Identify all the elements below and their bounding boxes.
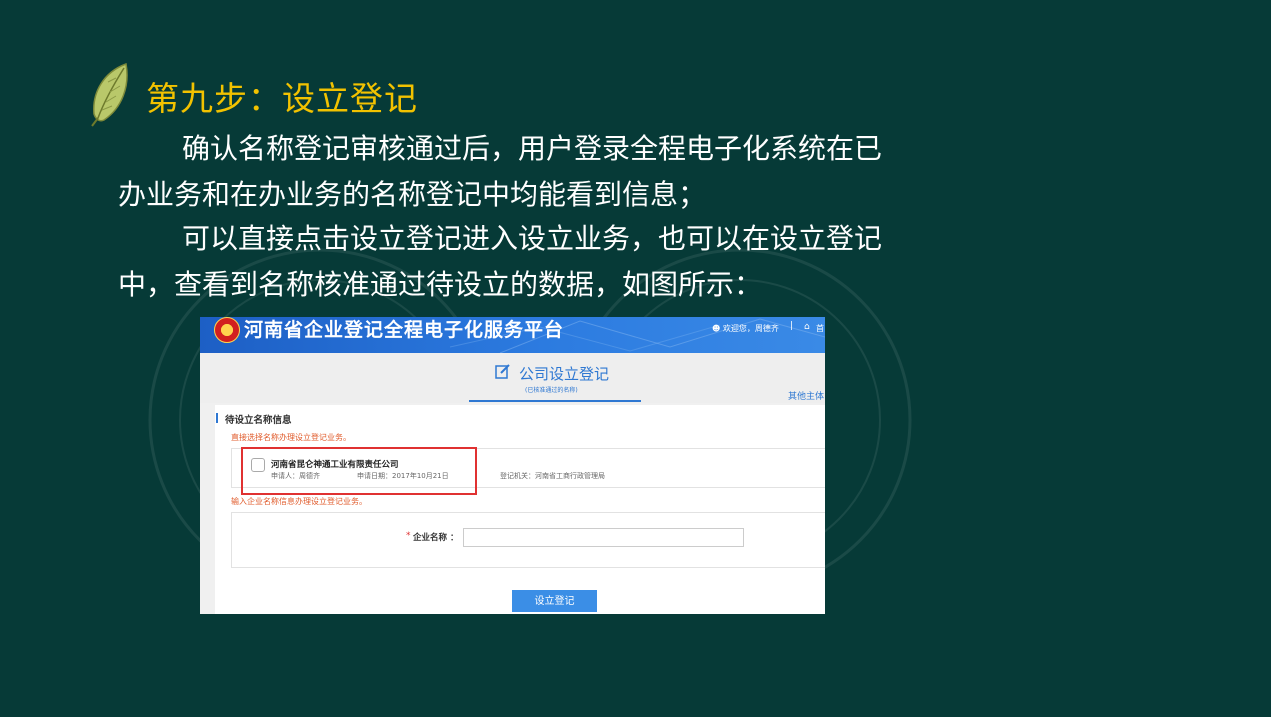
paragraph-2-line-2: 中，查看到名称核准通过待设立的数据，如图所示： xyxy=(118,268,763,301)
paragraph-1-line-1: 确认名称登记审核通过后，用户登录全程电子化系统在已 xyxy=(182,132,883,165)
tab-other-entity[interactable]: 其他主体 xyxy=(788,389,824,402)
establish-registration-button[interactable]: 设立登记 xyxy=(512,590,597,612)
paragraph-2: 可以直接点击设立登记进入设立业务，也可以在设立登记 中，查看到名称核准通过待设立… xyxy=(118,216,882,308)
form-hint: 输入企业名称信息办理设立登记业务。 xyxy=(231,497,367,506)
tab-area xyxy=(200,353,825,403)
required-mark: * xyxy=(406,531,411,541)
pending-section-title: 待设立名称信息 xyxy=(225,415,292,426)
embedded-screenshot: 河南省企业登记全程电子化服务平台 ☻ 欢迎您，周德齐 | ⌂ 首 公司设立登记 … xyxy=(200,317,825,614)
platform-title: 河南省企业登记全程电子化服务平台 xyxy=(244,319,565,341)
tab-company-registration[interactable]: 公司设立登记 xyxy=(519,363,609,384)
header-separator: | xyxy=(790,321,794,331)
registration-authority: 登记机关：河南省工商行政管理局 xyxy=(500,472,605,480)
welcome-text: ☻ 欢迎您，周德齐 xyxy=(712,324,779,333)
platform-header: 河南省企业登记全程电子化服务平台 ☻ 欢迎您，周德齐 | ⌂ 首 xyxy=(200,317,825,353)
home-link[interactable]: 首 xyxy=(816,323,824,334)
company-name-input[interactable] xyxy=(463,528,744,547)
pending-hint: 直接选择名称办理设立登记业务。 xyxy=(231,433,351,442)
paragraph-2-line-1: 可以直接点击设立登记进入设立业务，也可以在设立登记 xyxy=(182,222,883,255)
active-tab-indicator xyxy=(469,400,641,402)
home-icon[interactable]: ⌂ xyxy=(804,322,810,332)
user-icon: ☻ xyxy=(712,324,721,333)
highlight-box xyxy=(241,447,477,495)
emblem-icon xyxy=(214,317,240,343)
tab-subtitle: (已核准通过的名称) xyxy=(525,387,578,394)
paragraph-1: 确认名称登记审核通过后，用户登录全程电子化系统在已 办业务和在办业务的名称登记中… xyxy=(118,126,882,218)
section-marker xyxy=(216,413,218,423)
slide-title: 第九步：设立登记 xyxy=(146,79,418,118)
leaf-icon xyxy=(91,62,128,127)
company-name-label: 企业名称 ： xyxy=(413,533,459,543)
paragraph-1-line-2: 办业务和在办业务的名称登记中均能看到信息； xyxy=(118,178,707,211)
edit-icon xyxy=(495,364,510,379)
